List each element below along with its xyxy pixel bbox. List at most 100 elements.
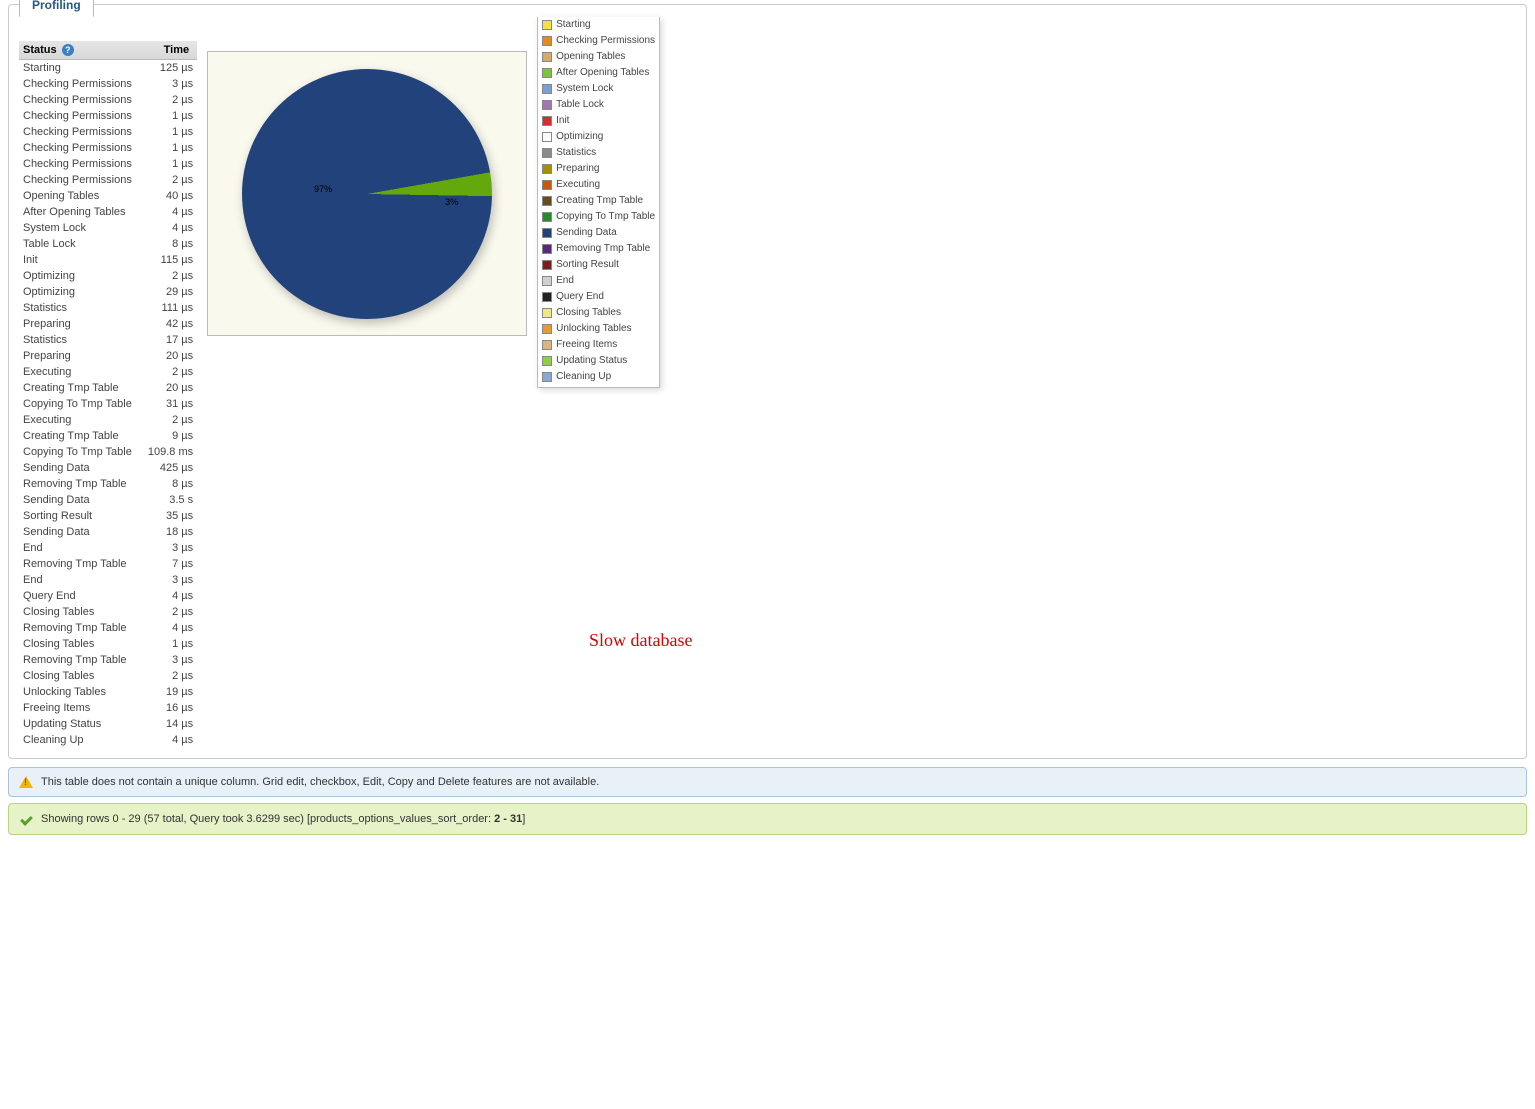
table-row: Checking Permissions1 µs	[19, 124, 197, 140]
cell-status: Removing Tmp Table	[19, 556, 136, 572]
table-row: Checking Permissions2 µs	[19, 92, 197, 108]
legend-item[interactable]: After Opening Tables	[542, 65, 655, 81]
cell-status: Checking Permissions	[19, 124, 136, 140]
legend-label: Removing Tmp Table	[556, 241, 650, 257]
legend-item[interactable]: Checking Permissions	[542, 33, 655, 49]
legend-label: Executing	[556, 177, 600, 193]
cell-status: Checking Permissions	[19, 108, 136, 124]
legend-item[interactable]: Updating Status	[542, 353, 655, 369]
cell-time: 2 µs	[136, 604, 197, 620]
cell-time: 2 µs	[136, 92, 197, 108]
legend-label: Preparing	[556, 161, 599, 177]
legend-label: Freeing Items	[556, 337, 617, 353]
legend-label: Starting	[556, 17, 590, 33]
notice-query-result: Showing rows 0 - 29 (57 total, Query too…	[8, 803, 1527, 835]
legend-item[interactable]: Creating Tmp Table	[542, 193, 655, 209]
table-row: Opening Tables40 µs	[19, 188, 197, 204]
legend-item[interactable]: Preparing	[542, 161, 655, 177]
cell-status: Cleaning Up	[19, 732, 136, 748]
table-row: End3 µs	[19, 540, 197, 556]
table-row: Preparing20 µs	[19, 348, 197, 364]
legend-swatch	[542, 340, 552, 350]
check-icon	[19, 812, 33, 826]
legend-label: System Lock	[556, 81, 613, 97]
legend-swatch	[542, 292, 552, 302]
table-row: Removing Tmp Table7 µs	[19, 556, 197, 572]
cell-time: 3 µs	[136, 652, 197, 668]
legend-label: Cleaning Up	[556, 369, 611, 385]
cell-time: 29 µs	[136, 284, 197, 300]
cell-time: 3.5 s	[136, 492, 197, 508]
cell-status: Sending Data	[19, 524, 136, 540]
cell-time: 1 µs	[136, 124, 197, 140]
cell-time: 40 µs	[136, 188, 197, 204]
legend-item[interactable]: System Lock	[542, 81, 655, 97]
col-time[interactable]: Time	[136, 41, 197, 60]
cell-status: Opening Tables	[19, 188, 136, 204]
legend-item[interactable]: Executing	[542, 177, 655, 193]
legend-item[interactable]: Query End	[542, 289, 655, 305]
legend-swatch	[542, 324, 552, 334]
cell-status: Creating Tmp Table	[19, 428, 136, 444]
help-icon[interactable]: ?	[62, 44, 74, 56]
cell-time: 111 µs	[136, 300, 197, 316]
cell-status: Table Lock	[19, 236, 136, 252]
cell-status: Init	[19, 252, 136, 268]
cell-status: Removing Tmp Table	[19, 476, 136, 492]
table-row: Statistics111 µs	[19, 300, 197, 316]
legend-label: End	[556, 273, 574, 289]
cell-time: 2 µs	[136, 268, 197, 284]
table-row: Sending Data18 µs	[19, 524, 197, 540]
legend-item[interactable]: Optimizing	[542, 129, 655, 145]
chart-legend: StartingChecking PermissionsOpening Tabl…	[537, 17, 660, 388]
cell-status: End	[19, 540, 136, 556]
cell-status: Optimizing	[19, 268, 136, 284]
legend-item[interactable]: Sorting Result	[542, 257, 655, 273]
legend-item[interactable]: Starting	[542, 17, 655, 33]
table-row: End3 µs	[19, 572, 197, 588]
cell-status: Checking Permissions	[19, 76, 136, 92]
cell-status: Freeing Items	[19, 700, 136, 716]
legend-item[interactable]: Removing Tmp Table	[542, 241, 655, 257]
legend-item[interactable]: Cleaning Up	[542, 369, 655, 385]
legend-swatch	[542, 116, 552, 126]
legend-label: Unlocking Tables	[556, 321, 631, 337]
cell-status: Removing Tmp Table	[19, 620, 136, 636]
table-row: Creating Tmp Table20 µs	[19, 380, 197, 396]
legend-label: Statistics	[556, 145, 596, 161]
table-row: Executing2 µs	[19, 364, 197, 380]
legend-label: Sending Data	[556, 225, 617, 241]
cell-status: Starting	[19, 60, 136, 77]
pie-chart	[242, 69, 492, 319]
cell-time: 4 µs	[136, 620, 197, 636]
legend-item[interactable]: Unlocking Tables	[542, 321, 655, 337]
cell-status: Statistics	[19, 332, 136, 348]
legend-item[interactable]: Opening Tables	[542, 49, 655, 65]
legend-swatch	[542, 68, 552, 78]
cell-time: 425 µs	[136, 460, 197, 476]
legend-item[interactable]: Copying To Tmp Table	[542, 209, 655, 225]
cell-time: 14 µs	[136, 716, 197, 732]
table-row: Closing Tables1 µs	[19, 636, 197, 652]
col-status[interactable]: Status ?	[19, 41, 136, 60]
table-row: Removing Tmp Table8 µs	[19, 476, 197, 492]
legend-item[interactable]: Table Lock	[542, 97, 655, 113]
table-row: Closing Tables2 µs	[19, 668, 197, 684]
legend-item[interactable]: Statistics	[542, 145, 655, 161]
table-row: Preparing42 µs	[19, 316, 197, 332]
legend-item[interactable]: Sending Data	[542, 225, 655, 241]
cell-status: Executing	[19, 412, 136, 428]
legend-item[interactable]: Freeing Items	[542, 337, 655, 353]
legend-swatch	[542, 148, 552, 158]
table-row: After Opening Tables4 µs	[19, 204, 197, 220]
legend-item[interactable]: End	[542, 273, 655, 289]
cell-status: After Opening Tables	[19, 204, 136, 220]
table-row: Cleaning Up4 µs	[19, 732, 197, 748]
tab-profiling[interactable]: Profiling	[19, 0, 94, 17]
legend-swatch	[542, 20, 552, 30]
legend-item[interactable]: Closing Tables	[542, 305, 655, 321]
cell-time: 18 µs	[136, 524, 197, 540]
legend-item[interactable]: Init	[542, 113, 655, 129]
cell-status: Executing	[19, 364, 136, 380]
cell-time: 125 µs	[136, 60, 197, 77]
